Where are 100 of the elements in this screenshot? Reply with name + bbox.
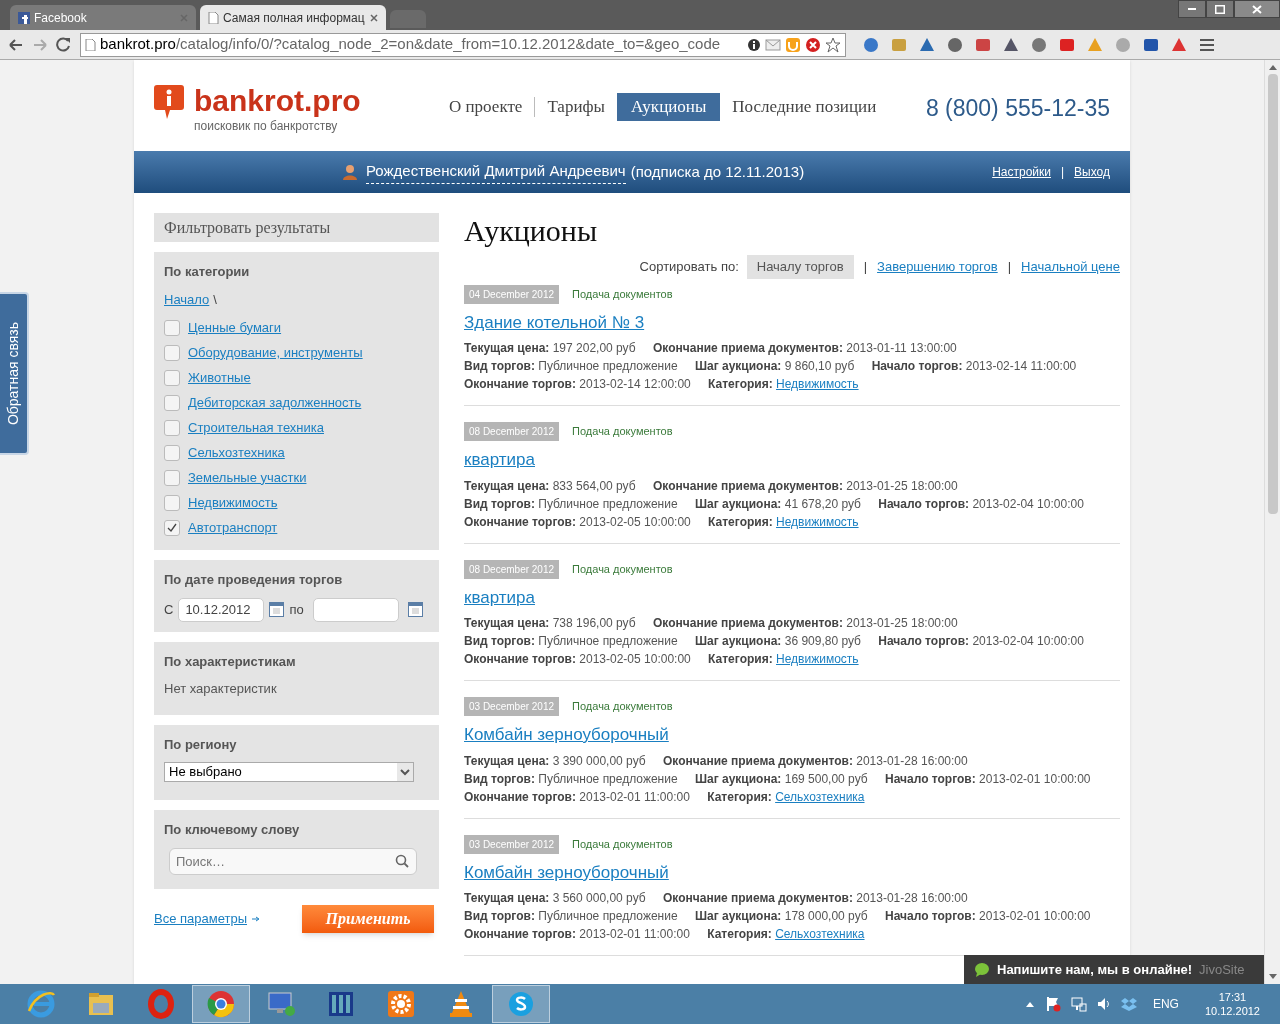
user-name-link[interactable]: Рождественский Дмитрий Андреевич: [366, 160, 626, 184]
user-icon: [342, 164, 358, 180]
check-icon: [167, 522, 177, 533]
category-link[interactable]: Недвижимость: [776, 377, 859, 391]
calendar-icon[interactable]: [407, 602, 423, 617]
field-label: Окончание приема документов:: [663, 891, 853, 905]
nav-tab[interactable]: Тарифы: [547, 93, 605, 121]
category-link[interactable]: Недвижимость: [188, 492, 278, 513]
feedback-tab[interactable]: Обратная связь: [0, 292, 29, 455]
apply-button[interactable]: Применить: [302, 904, 434, 933]
close-icon[interactable]: [370, 13, 378, 22]
field-label: Категория:: [708, 514, 773, 529]
chat-widget[interactable]: Напишите нам, мы в онлайне! JivoSite: [964, 955, 1264, 984]
gear-icon: [386, 989, 416, 1019]
tagline: поисковик по банкротству: [194, 118, 339, 135]
scrollbar[interactable]: [1264, 60, 1280, 984]
volume-icon[interactable]: [1096, 996, 1111, 1012]
cloud-sync-icon[interactable]: [1120, 996, 1137, 1012]
field-label: Начало торгов:: [878, 496, 970, 511]
checkbox[interactable]: [164, 394, 180, 411]
field-value: 2013-01-25 18:00:00: [846, 616, 958, 630]
header-link[interactable]: Настройки: [992, 163, 1051, 181]
info-icon[interactable]: [747, 37, 761, 52]
lot-title-link[interactable]: Здание котельной № 3: [464, 309, 1120, 335]
page-icon: [208, 11, 219, 24]
category-link[interactable]: Строительная техника: [188, 417, 324, 438]
lot-title-link[interactable]: квартира: [464, 584, 1120, 610]
category-link[interactable]: Оборудование, инструменты: [188, 342, 363, 363]
category-link[interactable]: Земельные участки: [188, 467, 307, 488]
date-badge: 03 December 2012: [464, 834, 560, 854]
sidebar-title: Фильтровать результаты: [154, 213, 439, 242]
reload-icon[interactable]: [56, 36, 72, 53]
field-label: Окончание приема документов:: [653, 478, 843, 493]
breadcrumb-link[interactable]: Начало: [164, 289, 210, 309]
calendar-icon[interactable]: [269, 602, 285, 617]
category-link[interactable]: Автотранспорт: [188, 517, 278, 538]
browser-icon: [26, 989, 56, 1019]
date-from-field[interactable]: 10.12.2012: [178, 597, 265, 622]
sort-option[interactable]: Завершению торгов: [877, 257, 998, 277]
checkbox[interactable]: [164, 419, 180, 436]
field-label: Вид торгов:: [464, 909, 535, 923]
category-link[interactable]: Недвижимость: [776, 652, 859, 666]
filter-heading: По категории: [164, 263, 251, 281]
category-link[interactable]: Сельхозтехника: [188, 442, 285, 463]
maximize-button[interactable]: [1206, 0, 1234, 18]
network-icon[interactable]: [1070, 996, 1087, 1012]
checkbox[interactable]: [164, 494, 180, 511]
checkbox[interactable]: [164, 519, 180, 536]
status-label: Подача документов: [572, 286, 673, 302]
category-link[interactable]: Сельхозтехника: [775, 789, 865, 804]
clock-date[interactable]: 10.12.2012: [1204, 1004, 1260, 1018]
browser-tab[interactable]: Facebook: [10, 5, 196, 30]
checkbox[interactable]: [164, 369, 180, 386]
category-link[interactable]: Дебиторская задолженность: [188, 392, 362, 413]
header-link[interactable]: Выход: [1074, 163, 1110, 181]
lot-title-link[interactable]: Комбайн зерноуборочный: [464, 722, 1120, 748]
category-link[interactable]: Ценные бумаги: [188, 317, 282, 338]
date-to-field[interactable]: [312, 597, 399, 622]
minimize-button[interactable]: [1178, 0, 1206, 18]
nav-tab[interactable]: Последние позиции: [732, 93, 877, 121]
taskbar-button[interactable]: [192, 985, 250, 1023]
browser-tab[interactable]: Самая полная информац: [200, 5, 386, 30]
logo-text[interactable]: bankrot.pro: [194, 85, 361, 117]
search-field[interactable]: Поиск…: [169, 847, 417, 875]
flag-icon[interactable]: [1044, 996, 1061, 1012]
category-link[interactable]: Недвижимость: [776, 514, 859, 529]
search-icon[interactable]: [395, 853, 409, 868]
back-icon[interactable]: [8, 37, 24, 52]
taskbar-button[interactable]: [492, 985, 550, 1023]
checkbox[interactable]: [164, 344, 180, 361]
extension-icon[interactable]: [862, 35, 880, 54]
date-label: С: [164, 600, 174, 619]
scroll-down-icon[interactable]: [1268, 974, 1277, 980]
nav-tab[interactable]: О проекте: [449, 93, 523, 121]
checkbox[interactable]: [164, 319, 180, 336]
nav-tab[interactable]: Аукционы: [616, 93, 721, 121]
sort-option[interactable]: Началу торгов: [746, 255, 854, 279]
all-parameters-link[interactable]: Все параметры: [154, 908, 247, 929]
close-button[interactable]: [1234, 0, 1280, 18]
scroll-thumb[interactable]: [1267, 74, 1278, 514]
block-icon[interactable]: [805, 36, 821, 53]
region-dropdown[interactable]: Не выбрано: [164, 762, 414, 782]
address-bar[interactable]: bankrot.pro/catalog/info/0/?catalog_node_2=on&date_from=10.12.2012&date_to=&geo_code: [80, 32, 846, 57]
language-indicator[interactable]: ENG: [1152, 995, 1179, 1013]
sort-option[interactable]: Начальной цене: [1021, 257, 1120, 277]
category-link[interactable]: Сельхозтехника: [775, 927, 865, 941]
extension-icon[interactable]: [1030, 35, 1048, 54]
tray-expand-icon[interactable]: [1024, 1000, 1035, 1008]
checkbox[interactable]: [164, 444, 180, 461]
clock-time[interactable]: 17:31: [1218, 990, 1247, 1004]
extension-icon[interactable]: [946, 35, 964, 54]
lot-title-link[interactable]: квартира: [464, 447, 1120, 473]
scroll-up-icon[interactable]: [1268, 64, 1277, 70]
lot-title-link[interactable]: Комбайн зерноуборочный: [464, 859, 1120, 885]
star-icon[interactable]: [825, 36, 841, 53]
arrow-icon: [251, 914, 260, 923]
checkbox[interactable]: [164, 469, 180, 486]
field-label: Начало торгов:: [885, 909, 976, 923]
status-label: Подача документов: [572, 424, 673, 440]
category-link[interactable]: Животные: [188, 367, 251, 388]
